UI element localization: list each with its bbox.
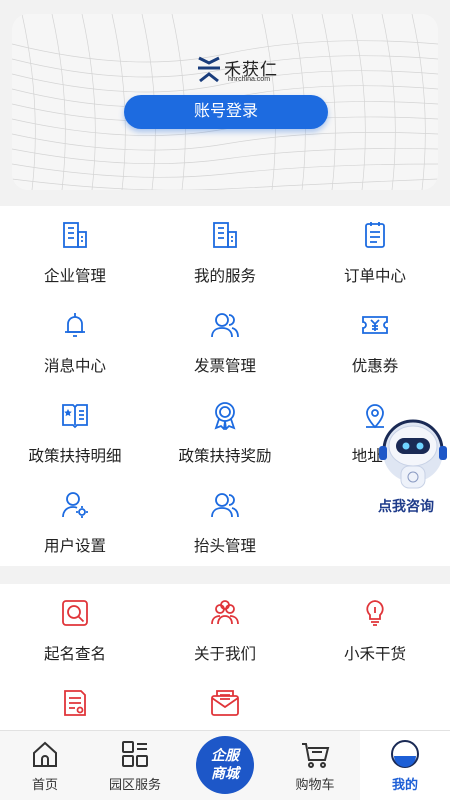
tab-label: 我的 bbox=[391, 777, 418, 792]
home-icon bbox=[33, 741, 57, 767]
tool-label: 起名查名 bbox=[43, 646, 106, 663]
hero-card: 禾获仁 hhrchina.com 账号登录 bbox=[12, 14, 438, 190]
store-label-line1: 企服 bbox=[211, 747, 239, 763]
service-label: 发票管理 bbox=[193, 358, 256, 375]
document-icon bbox=[64, 690, 86, 716]
service-label: 消息中心 bbox=[43, 358, 106, 375]
service-label: 企业管理 bbox=[43, 268, 106, 285]
tab-home[interactable]: 首页 bbox=[0, 731, 90, 800]
clipboard-icon bbox=[365, 222, 385, 248]
book-icon bbox=[62, 404, 88, 429]
brand-logo: 禾获仁 hhrchina.com bbox=[196, 54, 286, 88]
search-name-icon bbox=[62, 600, 88, 626]
tab-label: 首页 bbox=[31, 777, 58, 792]
tab-park-services[interactable]: 园区服务 bbox=[90, 731, 180, 800]
tab-store[interactable]: 企服 商城 bbox=[196, 736, 254, 794]
user-settings-icon bbox=[62, 492, 88, 518]
profile-icon bbox=[391, 740, 419, 768]
service-label: 订单中心 bbox=[343, 268, 406, 285]
medal-icon bbox=[214, 402, 236, 430]
building-icon bbox=[213, 222, 237, 248]
coupon-icon bbox=[362, 316, 388, 334]
users-icon bbox=[211, 493, 239, 518]
service-label: 优惠券 bbox=[351, 358, 399, 375]
service-label: 我的服务 bbox=[193, 268, 256, 285]
users-icon bbox=[211, 313, 239, 338]
building-icon bbox=[63, 222, 87, 248]
brand-mark-icon bbox=[198, 56, 220, 83]
lightbulb-icon bbox=[366, 600, 384, 626]
service-label: 抬头管理 bbox=[193, 538, 256, 555]
tab-mine[interactable]: 我的 bbox=[360, 731, 450, 800]
brand-url: hhrchina.com bbox=[228, 76, 271, 83]
robot-consult-label[interactable]: 点我咨询 bbox=[378, 496, 434, 516]
tab-cart[interactable]: 购物车 bbox=[270, 731, 360, 800]
tool-label: 小禾干货 bbox=[343, 646, 406, 663]
tools-section: 起名查名 关于我们 小禾干货 bbox=[0, 584, 450, 730]
hero-section: 禾获仁 hhrchina.com 账号登录 bbox=[0, 0, 450, 206]
bell-icon bbox=[65, 313, 85, 337]
mail-icon bbox=[211, 690, 239, 716]
tab-label: 购物车 bbox=[295, 777, 335, 792]
service-label: 政策扶持奖励 bbox=[178, 448, 272, 465]
service-label: 用户设置 bbox=[43, 538, 106, 555]
service-label: 政策扶持明细 bbox=[28, 448, 122, 465]
tool-label: 关于我们 bbox=[193, 646, 256, 663]
grid-icon bbox=[122, 741, 148, 767]
users-icon bbox=[211, 600, 239, 625]
tab-label: 园区服务 bbox=[108, 777, 161, 792]
store-label-line2: 商城 bbox=[211, 765, 239, 781]
cart-icon bbox=[302, 743, 330, 768]
login-button[interactable]: 账号登录 bbox=[124, 95, 328, 129]
